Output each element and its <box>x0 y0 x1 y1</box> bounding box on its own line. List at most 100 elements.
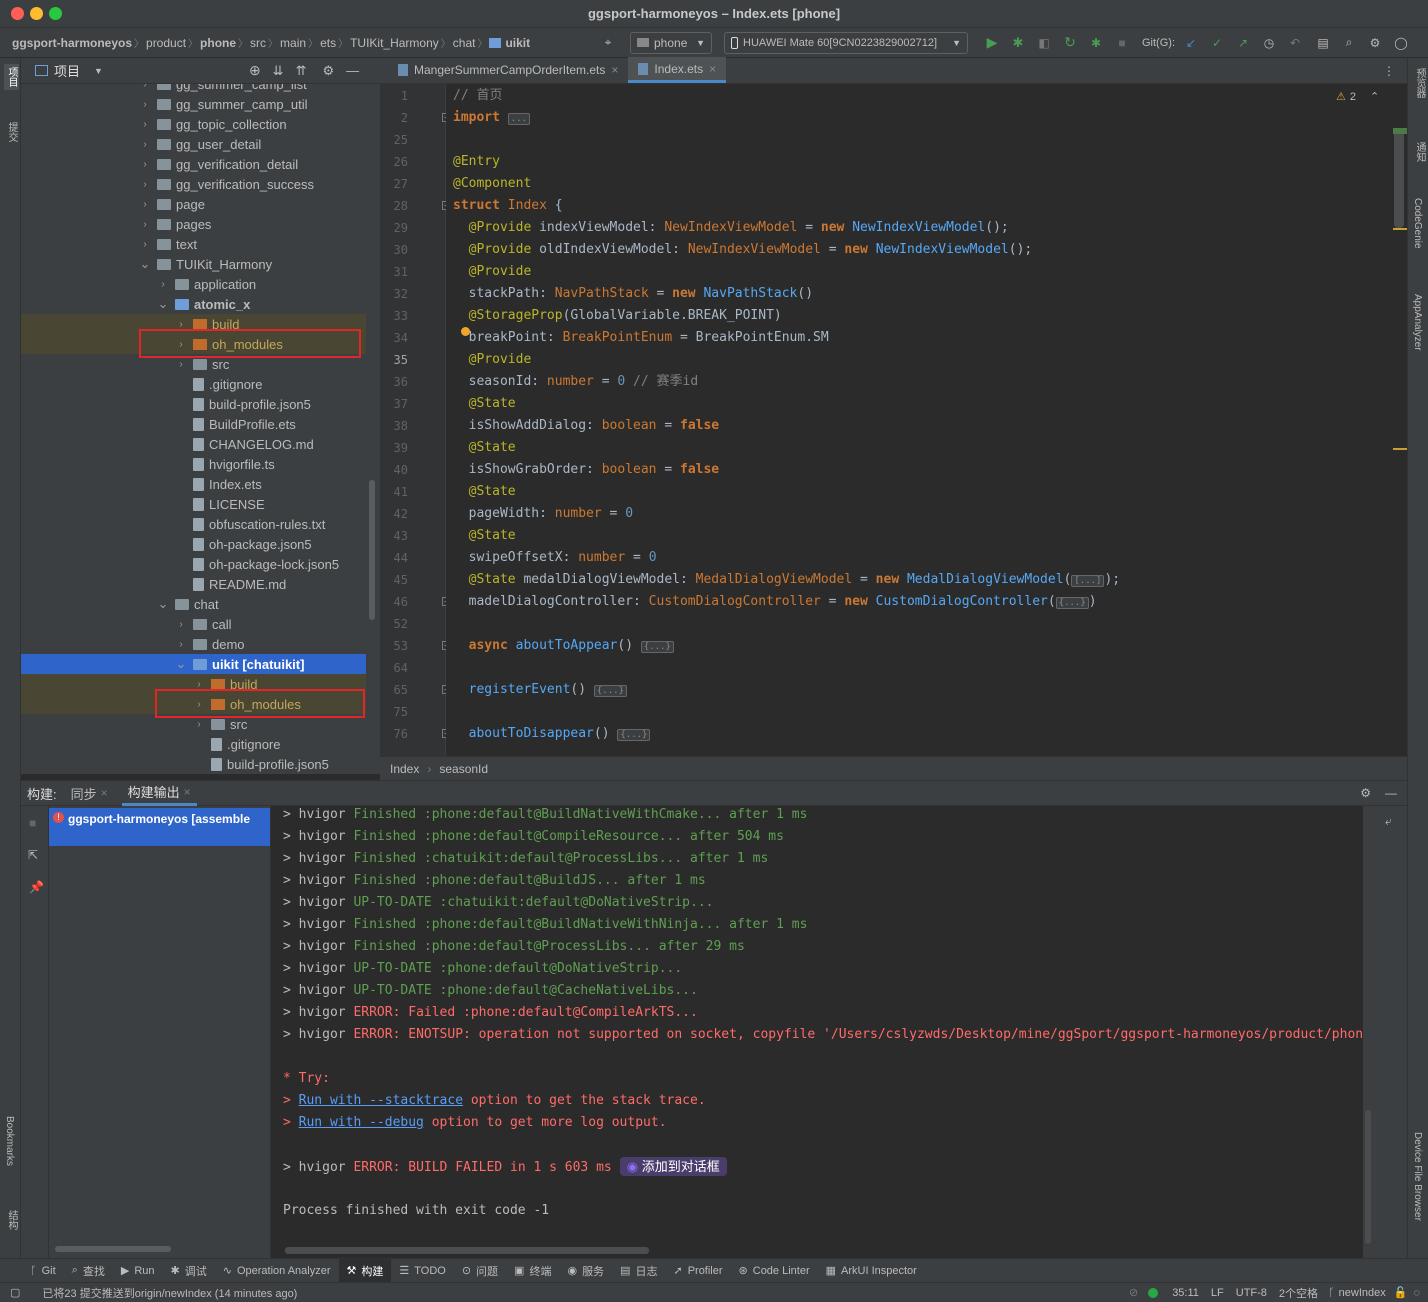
tab-mangersummercamporderitem[interactable]: MangerSummerCampOrderItem.ets × <box>388 57 628 83</box>
tree-file-item[interactable]: .gitignore <box>21 734 366 754</box>
line-number[interactable]: 65 <box>380 683 408 697</box>
tree-folder-item[interactable]: › application <box>21 274 366 294</box>
appanalyzer-tool-button[interactable]: AppAnalyzer <box>1412 294 1423 351</box>
tree-folder-item[interactable]: › gg_verification_detail <box>21 154 366 174</box>
build-output-console[interactable]: > hvigor Finished :phone:default@BuildNa… <box>271 806 1363 1258</box>
tree-folder-item[interactable]: ⌄ chat <box>21 594 366 614</box>
intention-bulb-icon[interactable] <box>461 327 470 336</box>
code-line[interactable]: aboutToDisappear() {...} <box>453 723 651 745</box>
chevron-right-icon[interactable]: › <box>175 359 187 370</box>
notifications-tool-button[interactable]: 通知 <box>1412 142 1427 162</box>
scroll-thumb[interactable] <box>1394 128 1404 228</box>
tool-tab-run[interactable]: ▶ Run <box>113 1259 163 1283</box>
breadcrumb-item[interactable]: src <box>250 36 266 50</box>
code-line[interactable]: @State <box>453 437 516 459</box>
tree-file-item[interactable]: README.md <box>21 574 366 594</box>
collapse-all-icon[interactable]: ⇈ <box>296 63 307 79</box>
tool-tab-operation-analyzer[interactable]: ∿ Operation Analyzer <box>215 1259 339 1283</box>
line-number[interactable]: 64 <box>380 661 408 675</box>
tool-tab-log[interactable]: ▤ 日志 <box>612 1259 665 1283</box>
breadcrumb-item[interactable]: Index <box>390 762 419 776</box>
tree-folder-item[interactable]: › gg_summer_camp_util <box>21 94 366 114</box>
search-icon[interactable]: ⌕ <box>1339 32 1359 54</box>
tree-file-item[interactable]: .gitignore <box>21 374 366 394</box>
open-external-icon[interactable]: ⇱ <box>28 848 38 862</box>
chevron-down-icon[interactable]: ⌄ <box>157 596 169 612</box>
line-number[interactable]: 38 <box>380 419 408 433</box>
line-number[interactable]: 30 <box>380 243 408 257</box>
console-link[interactable]: Run with --stacktrace <box>299 1093 463 1108</box>
chevron-right-icon[interactable]: › <box>139 139 151 150</box>
chevron-right-icon[interactable]: › <box>139 199 151 210</box>
account-icon[interactable]: ◯ <box>1391 32 1411 54</box>
line-number[interactable]: 53 <box>380 639 408 653</box>
rollback-icon[interactable]: ↶ <box>1285 32 1305 54</box>
line-separator[interactable]: LF <box>1211 1287 1224 1299</box>
line-number[interactable]: 25 <box>380 133 408 147</box>
tool-tab-profiler[interactable]: ➚ Profiler <box>665 1259 730 1283</box>
chevron-right-icon[interactable]: › <box>139 99 151 110</box>
code-line[interactable]: import ... <box>453 107 531 129</box>
tool-tab-find[interactable]: ⌕ 查找 <box>64 1259 113 1283</box>
code-line[interactable]: swipeOffsetX: number = 0 <box>453 547 657 569</box>
line-number[interactable]: 1 <box>380 89 408 103</box>
line-number[interactable]: 52 <box>380 617 408 631</box>
tab-sync[interactable]: 同步 × <box>71 780 108 806</box>
chevron-right-icon[interactable]: › <box>139 219 151 230</box>
pin-icon[interactable]: 📌 <box>29 880 44 894</box>
horizontal-scrollbar[interactable] <box>55 1246 171 1252</box>
tab-index-ets[interactable]: Index.ets × <box>628 57 727 83</box>
stop-icon[interactable]: ■ <box>1112 32 1132 54</box>
apply-changes-icon[interactable]: ✱ <box>1086 32 1106 54</box>
code-line[interactable]: isShowAddDialog: boolean = false <box>453 415 720 437</box>
line-number[interactable]: 45 <box>380 573 408 587</box>
tree-folder-item[interactable]: › pages <box>21 214 366 234</box>
code-line[interactable]: struct Index { <box>453 195 563 217</box>
code-line[interactable]: @State <box>453 525 516 547</box>
line-number[interactable]: 43 <box>380 529 408 543</box>
line-number[interactable]: 27 <box>380 177 408 191</box>
git-push-icon[interactable]: ↗ <box>1233 32 1253 54</box>
more-tabs-icon[interactable]: ⋮ <box>1383 64 1395 78</box>
project-tool-button[interactable]: 项目 <box>4 64 19 90</box>
horizontal-scrollbar[interactable] <box>285 1247 649 1254</box>
chevron-right-icon[interactable]: › <box>193 679 205 690</box>
breadcrumb-item[interactable]: chat <box>453 36 476 50</box>
tree-file-item[interactable]: build-profile.json5 <box>21 394 366 414</box>
tree-file-item[interactable]: build-profile.json5 <box>21 754 366 774</box>
hide-panel-icon[interactable]: — <box>1385 786 1397 800</box>
chevron-down-icon[interactable]: ⌄ <box>175 656 187 672</box>
codegenie-tool-button[interactable]: CodeGenie <box>1412 198 1423 249</box>
attach-debugger-icon[interactable]: ◧ <box>1034 32 1054 54</box>
tree-scrollbar[interactable] <box>369 480 375 620</box>
line-number[interactable]: 35 <box>380 353 408 367</box>
code-line[interactable]: @State <box>453 393 516 415</box>
tree-folder-item[interactable]: ⌄ atomic_x <box>21 294 366 314</box>
line-number[interactable]: 36 <box>380 375 408 389</box>
chevron-right-icon[interactable]: › <box>157 279 169 290</box>
line-number[interactable]: 37 <box>380 397 408 411</box>
line-number[interactable]: 28 <box>380 199 408 213</box>
build-task-item[interactable]: ! ggsport-harmoneyos [assemble <box>49 808 270 846</box>
close-icon[interactable]: × <box>101 786 108 800</box>
chevron-right-icon[interactable]: › <box>139 84 151 90</box>
previewer-tool-button[interactable]: 预览器 <box>1412 68 1427 98</box>
chevron-down-icon[interactable]: ⌄ <box>157 296 169 312</box>
history-icon[interactable]: ◷ <box>1259 32 1279 54</box>
chevron-right-icon[interactable]: › <box>139 119 151 130</box>
line-number[interactable]: 41 <box>380 485 408 499</box>
tool-tab-services[interactable]: ◉ 服务 <box>559 1259 612 1283</box>
code-line[interactable]: registerEvent() {...} <box>453 679 627 701</box>
chevron-right-icon[interactable]: › <box>193 719 205 730</box>
chevron-right-icon[interactable]: › <box>139 159 151 170</box>
tree-folder-item[interactable]: › gg_topic_collection <box>21 114 366 134</box>
chevron-right-icon[interactable]: › <box>175 319 187 330</box>
tree-file-item[interactable]: BuildProfile.ets <box>21 414 366 434</box>
line-number[interactable]: 34 <box>380 331 408 345</box>
tree-folder-item[interactable]: › page <box>21 194 366 214</box>
tree-file-item[interactable]: LICENSE <box>21 494 366 514</box>
git-commit-icon[interactable]: ✓ <box>1207 32 1227 54</box>
tool-tab-terminal[interactable]: ▣ 终端 <box>506 1259 559 1283</box>
breadcrumb-item[interactable]: main <box>280 36 306 50</box>
tool-tab-todo[interactable]: ☰ TODO <box>391 1259 453 1283</box>
